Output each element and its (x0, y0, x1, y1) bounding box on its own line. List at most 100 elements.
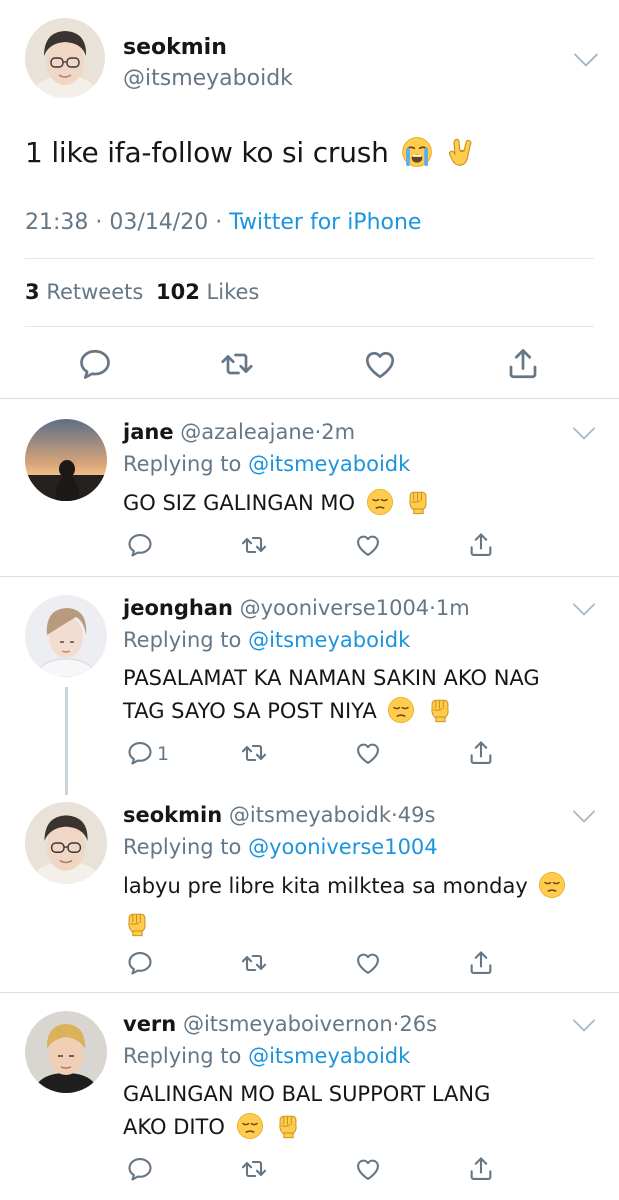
thread-line (65, 687, 68, 795)
meta-separator: · (215, 210, 223, 235)
reply-tweet[interactable]: jeonghan @yooniverse1004·1m Replying to … (0, 577, 619, 795)
raised-fist-icon (426, 696, 454, 734)
chevron-down-icon[interactable] (572, 809, 596, 824)
like-count: 102 (156, 280, 200, 304)
replying-to: Replying to @itsmeyaboidk (123, 628, 410, 652)
reply-text: labyu pre libre kita milktea sa monday (123, 870, 593, 948)
meta-separator: · (95, 210, 103, 235)
retweet-icon[interactable] (240, 1155, 268, 1183)
reply-time[interactable]: 26s (399, 1012, 437, 1036)
reply-tweet[interactable]: jane @azaleajane·2m Replying to @itsmeya… (0, 399, 619, 576)
pensive-face-icon (538, 871, 566, 909)
author-name[interactable]: vern (123, 1012, 176, 1036)
divider (25, 326, 594, 327)
reply-header: jane @azaleajane·2m (123, 420, 355, 444)
reply-header: seokmin @itsmeyaboidk·49s (123, 803, 435, 827)
chevron-down-icon[interactable] (573, 52, 599, 68)
tweet-date[interactable]: 03/14/20 (109, 210, 208, 235)
avatar[interactable] (25, 595, 107, 677)
retweet-icon[interactable] (240, 949, 268, 977)
reply-text-line-2: TAG SAYO SA POST NIYA (123, 695, 605, 734)
retweet-icon[interactable] (240, 739, 268, 767)
reply-time[interactable]: 49s (398, 803, 436, 827)
reply-icon[interactable] (126, 949, 154, 977)
reply-icon[interactable] (126, 1155, 154, 1183)
tweet-text: 1 like ifa-follow ko si crush (25, 136, 478, 175)
reply-time[interactable]: 1m (436, 596, 470, 620)
chevron-down-icon[interactable] (572, 426, 596, 441)
replying-to-label: Replying to (123, 1044, 242, 1068)
like-icon[interactable] (354, 739, 382, 767)
share-icon[interactable] (467, 1155, 495, 1183)
tweet-time[interactable]: 21:38 (25, 210, 88, 235)
reply-text-line-2: AKO DITO (123, 1111, 603, 1150)
author-handle[interactable]: @itsmeyaboidk (123, 66, 293, 91)
reply-text-body: labyu pre libre kita milktea sa monday (123, 874, 528, 898)
tweet-text-body: 1 like ifa-follow ko si crush (25, 136, 389, 169)
share-icon[interactable] (505, 346, 541, 382)
reply-text-body: GO SIZ GALINGAN MO (123, 491, 355, 515)
author-name[interactable]: seokmin (123, 35, 227, 60)
pensive-face-icon (366, 488, 394, 526)
reply-text-line: GALINGAN MO BAL SUPPORT LANG (123, 1082, 491, 1106)
sign-of-the-horns-icon (446, 136, 478, 175)
tweet-source-link[interactable]: Twitter for iPhone (229, 210, 421, 235)
engagement-stats: 3 Retweets 102 Likes (25, 280, 259, 304)
avatar[interactable] (25, 1011, 107, 1093)
like-icon[interactable] (354, 1155, 382, 1183)
chevron-down-icon[interactable] (572, 602, 596, 617)
author-name[interactable]: seokmin (123, 803, 222, 827)
chevron-down-icon[interactable] (572, 1018, 596, 1033)
tweet-meta: 21:38 · 03/14/20 · Twitter for iPhone (25, 210, 421, 235)
reply-icon[interactable] (77, 346, 113, 382)
pensive-face-icon (236, 1112, 264, 1150)
meta-separator: · (429, 596, 436, 620)
retweet-count: 3 (25, 280, 40, 304)
replying-to: Replying to @itsmeyaboidk (123, 1044, 410, 1068)
retweets-stat[interactable]: 3 Retweets (25, 280, 150, 304)
likes-stat[interactable]: 102 Likes (156, 280, 259, 304)
main-tweet: seokmin @itsmeyaboidk 1 like ifa-follow … (0, 0, 619, 398)
author-handle[interactable]: @azaleajane (180, 420, 314, 444)
retweet-icon[interactable] (219, 346, 255, 382)
replying-to: Replying to @yooniverse1004 (123, 835, 438, 859)
like-icon[interactable] (354, 531, 382, 559)
avatar[interactable] (25, 802, 107, 884)
author-handle[interactable]: @itsmeyaboivernon (183, 1012, 393, 1036)
avatar[interactable] (25, 419, 107, 501)
meta-separator: · (391, 803, 398, 827)
author-handle[interactable]: @itsmeyaboidk (229, 803, 391, 827)
replying-to-link[interactable]: @itsmeyaboidk (248, 628, 410, 652)
author-handle[interactable]: @yooniverse1004 (240, 596, 430, 620)
reply-text-line: AKO DITO (123, 1115, 225, 1139)
replying-to-label: Replying to (123, 628, 242, 652)
raised-fist-icon (274, 1112, 302, 1150)
share-icon[interactable] (467, 739, 495, 767)
loudly-crying-face-icon (401, 136, 433, 175)
share-icon[interactable] (467, 949, 495, 977)
replying-to-link[interactable]: @yooniverse1004 (248, 835, 438, 859)
author-name[interactable]: jane (123, 420, 174, 444)
divider (25, 258, 594, 259)
replying-to-link[interactable]: @itsmeyaboidk (248, 452, 410, 476)
reply-text: GO SIZ GALINGAN MO (123, 487, 603, 526)
replying-to-label: Replying to (123, 835, 242, 859)
share-icon[interactable] (467, 531, 495, 559)
like-icon[interactable] (362, 346, 398, 382)
reply-tweet[interactable]: vern @itsmeyaboivernon·26s Replying to @… (0, 993, 619, 1200)
likes-label: Likes (206, 280, 260, 304)
reply-tweet[interactable]: seokmin @itsmeyaboidk·49s Replying to @y… (0, 782, 619, 990)
author-name[interactable]: jeonghan (123, 596, 233, 620)
reply-time[interactable]: 2m (321, 420, 355, 444)
pensive-face-icon (387, 696, 415, 734)
reply-header: jeonghan @yooniverse1004·1m (123, 596, 470, 620)
reply-icon[interactable] (126, 739, 154, 767)
replying-to-link[interactable]: @itsmeyaboidk (248, 1044, 410, 1068)
retweet-icon[interactable] (240, 531, 268, 559)
reply-text-line: TAG SAYO SA POST NIYA (123, 699, 377, 723)
reply-icon[interactable] (126, 531, 154, 559)
like-icon[interactable] (354, 949, 382, 977)
replying-to-label: Replying to (123, 452, 242, 476)
avatar[interactable] (25, 18, 105, 98)
raised-fist-icon (123, 910, 151, 948)
